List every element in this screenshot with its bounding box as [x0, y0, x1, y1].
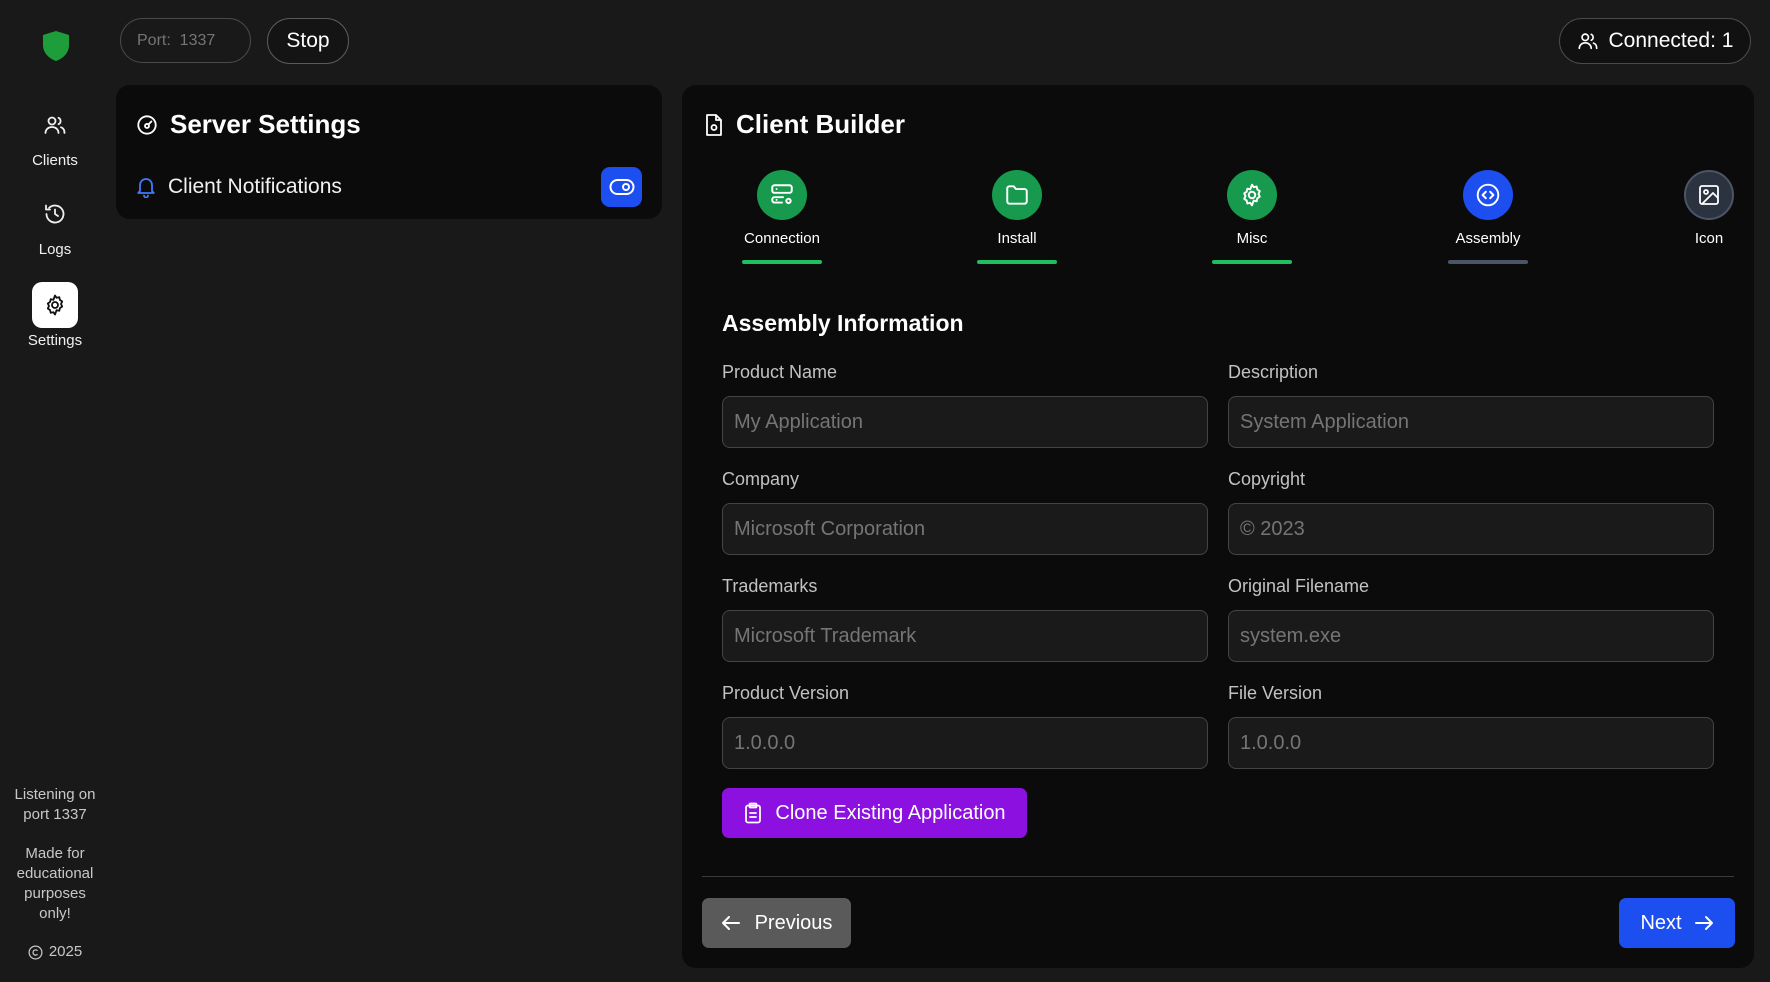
divider: [702, 876, 1734, 877]
server-cog-icon: [757, 170, 807, 220]
history-icon: [32, 191, 78, 237]
copyright-input[interactable]: [1228, 503, 1714, 555]
arrow-left-icon: [721, 914, 741, 932]
product-name-input[interactable]: [722, 396, 1208, 448]
field-label: Description: [1228, 362, 1319, 382]
step-label: Icon: [1694, 230, 1724, 247]
company-field: Company: [722, 469, 1208, 555]
step-progress-bar: [1212, 260, 1292, 264]
server-settings-card: Server Settings Client Notifications: [116, 85, 662, 219]
disclaimer-line: Made for: [25, 845, 85, 862]
gear-icon: [32, 282, 78, 328]
copyright-field: Copyright: [1228, 469, 1714, 555]
step-progress-bar: [742, 260, 822, 264]
field-label: Copyright: [1228, 469, 1306, 489]
listening-port-line: port 1337: [23, 806, 87, 823]
sidebar-item-label: Clients: [32, 152, 78, 169]
next-button[interactable]: Next: [1619, 898, 1735, 948]
product-name-field: Product Name: [722, 362, 1208, 448]
step-progress-bar: [977, 260, 1057, 264]
connected-badge[interactable]: Connected: 1: [1559, 18, 1751, 64]
step-misc[interactable]: Misc: [1192, 170, 1312, 264]
field-label: Company: [722, 469, 800, 489]
product-version-field: Product Version: [722, 683, 1208, 769]
file-cog-icon: [704, 113, 724, 137]
bell-icon: [136, 176, 156, 198]
file-version-input[interactable]: [1228, 717, 1714, 769]
server-settings-header: Server Settings: [136, 109, 361, 140]
clone-existing-application-button[interactable]: Clone Existing Application: [722, 788, 1027, 838]
sidebar-item-label: Logs: [38, 241, 72, 258]
previous-button[interactable]: Previous: [702, 898, 851, 948]
client-notifications-label: Client Notifications: [168, 175, 342, 198]
client-builder-card: Client Builder Connection Install Misc A…: [682, 85, 1754, 968]
field-label: Original Filename: [1228, 576, 1370, 596]
product-version-input[interactable]: [722, 717, 1208, 769]
step-icon[interactable]: Icon: [1649, 170, 1769, 247]
company-input[interactable]: [722, 503, 1208, 555]
original-filename-field: Original Filename: [1228, 576, 1714, 662]
description-input[interactable]: [1228, 396, 1714, 448]
copyright-icon: [28, 945, 43, 960]
original-filename-input[interactable]: [1228, 610, 1714, 662]
client-builder-header: Client Builder: [704, 109, 905, 140]
field-label: Trademarks: [722, 576, 818, 596]
clipboard-icon: [743, 802, 763, 824]
code-circle-icon: [1463, 170, 1513, 220]
image-icon: [1684, 170, 1734, 220]
server-settings-title: Server Settings: [170, 109, 361, 139]
sidebar: Clients Logs Settings Listening on port …: [0, 0, 110, 982]
step-label: Connection: [744, 230, 820, 247]
gear-icon: [1227, 170, 1277, 220]
disclaimer-line: purposes: [24, 885, 86, 902]
sidebar-footer: Listening on port 1337 Made for educatio…: [0, 785, 110, 962]
copyright-year: 2025: [48, 943, 83, 960]
step-install[interactable]: Install: [957, 170, 1077, 264]
connected-count: 1: [1721, 29, 1734, 52]
trademarks-field: Trademarks: [722, 576, 1208, 662]
users-icon: [1577, 30, 1599, 52]
field-label: Product Version: [722, 683, 850, 703]
clone-button-label: Clone Existing Application: [775, 801, 1006, 824]
sidebar-item-settings[interactable]: Settings: [10, 282, 100, 349]
copyright: 2025: [0, 942, 110, 962]
next-button-label: Next: [1640, 911, 1682, 934]
step-label: Install: [997, 230, 1037, 247]
sidebar-item-logs[interactable]: Logs: [10, 191, 100, 258]
disclaimer-line: educational: [16, 865, 94, 882]
client-notifications-toggle[interactable]: [601, 167, 642, 207]
step-progress-bar: [1448, 260, 1528, 264]
folder-icon: [992, 170, 1042, 220]
shield-icon: [41, 30, 71, 62]
file-version-field: File Version: [1228, 683, 1714, 769]
users-icon: [32, 102, 78, 148]
trademarks-input[interactable]: [722, 610, 1208, 662]
step-label: Assembly: [1455, 230, 1521, 247]
stop-button-label: Stop: [286, 29, 330, 52]
sidebar-item-label: Settings: [27, 332, 83, 349]
arrow-right-icon: [1694, 914, 1714, 932]
client-builder-title: Client Builder: [736, 109, 906, 139]
step-label: Misc: [1236, 230, 1268, 247]
stop-button[interactable]: Stop: [267, 18, 349, 64]
step-assembly[interactable]: Assembly: [1428, 170, 1548, 264]
connected-label: Connected:: [1608, 29, 1716, 52]
disclaimer-line: only!: [39, 905, 71, 922]
gauge-icon: [136, 114, 158, 136]
field-label: File Version: [1228, 683, 1323, 703]
client-notifications-row: Client Notifications: [136, 165, 642, 209]
listening-line: Listening on: [14, 786, 96, 803]
sidebar-item-clients[interactable]: Clients: [10, 102, 100, 169]
step-connection[interactable]: Connection: [722, 170, 842, 264]
section-title: Assembly Information: [722, 310, 964, 336]
field-label: Product Name: [722, 362, 838, 382]
previous-button-label: Previous: [754, 911, 833, 934]
description-field: Description: [1228, 362, 1714, 448]
port-input[interactable]: [120, 18, 251, 63]
